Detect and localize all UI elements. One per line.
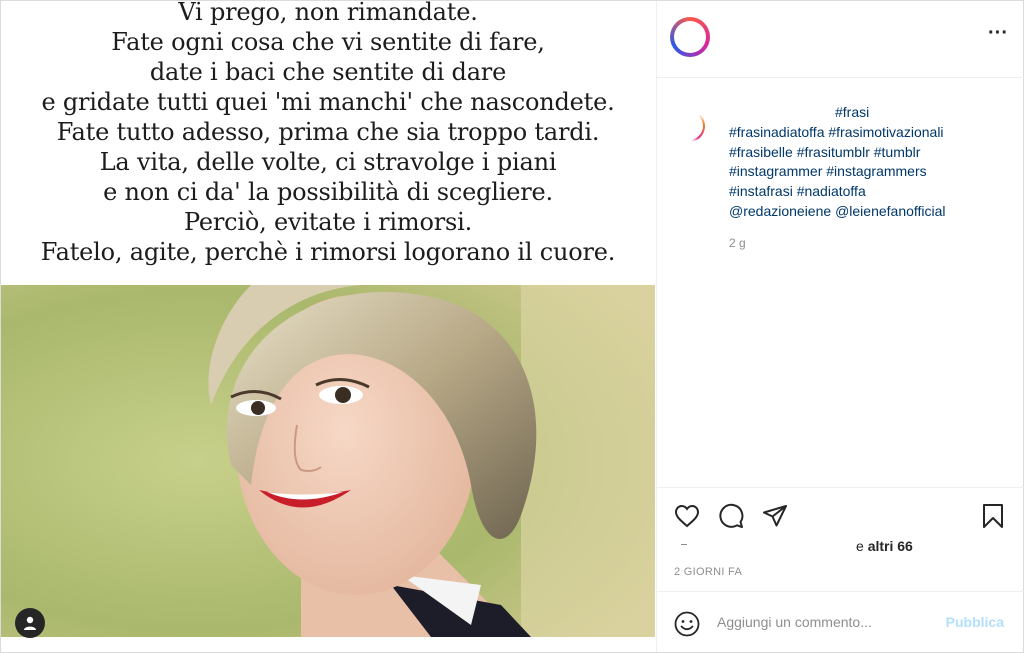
quote-text-block: Vi prego, non rimandate. Fate ogni cosa … xyxy=(1,1,655,285)
mention-link[interactable]: @redazioneiene xyxy=(729,203,831,219)
post-header: ··· xyxy=(657,1,1024,78)
media-bottom-strip xyxy=(1,637,655,652)
comment-icon[interactable] xyxy=(717,502,745,530)
quote-line: Fate tutto adesso, prima che sia troppo … xyxy=(56,118,600,146)
caption-text: #frasi #frasinadiatoffa #frasimotivazion… xyxy=(729,103,1009,222)
likes-prefix: e xyxy=(856,538,868,554)
hashtag-link[interactable]: #frasitumblr xyxy=(797,144,870,160)
more-options-button[interactable]: ··· xyxy=(986,23,1010,49)
comment-input[interactable] xyxy=(717,610,927,634)
person-icon xyxy=(24,616,36,630)
emoji-icon[interactable] xyxy=(673,610,701,638)
post-details-panel: ··· #frasi #frasinadiatoffa #frasimotiva… xyxy=(656,1,1024,652)
likes-summary[interactable]: e altri 66 xyxy=(856,538,913,554)
author-avatar[interactable] xyxy=(670,17,710,57)
liker-avatar-placeholder xyxy=(681,544,687,545)
hashtag-link[interactable]: #frasimotivazionali xyxy=(828,124,943,140)
hashtag-link[interactable]: #frasi xyxy=(835,104,869,120)
quote-line: Fate ogni cosa che vi sentite di fare, xyxy=(111,28,545,56)
quote-line: La vita, delle volte, ci stravolge i pia… xyxy=(99,148,557,176)
caption-avatar[interactable] xyxy=(673,110,705,142)
quote-line: Vi prego, non rimandate. xyxy=(178,1,478,26)
hashtag-link[interactable]: #instagrammers xyxy=(826,163,926,179)
bookmark-icon[interactable] xyxy=(979,502,1007,530)
action-bar xyxy=(657,487,1024,544)
portrait-illustration xyxy=(1,285,655,637)
quote-line: Perciò, evitate i rimorsi. xyxy=(184,208,472,236)
hashtag-link[interactable]: #instafrasi xyxy=(729,183,793,199)
hashtag-link[interactable]: #frasinadiatoffa xyxy=(729,124,824,140)
hashtag-link[interactable]: #instagrammer xyxy=(729,163,822,179)
user-tag-icon[interactable] xyxy=(15,608,45,638)
post-date[interactable]: 2 GIORNI FA xyxy=(674,566,742,578)
quote-line: e gridate tutti quei 'mi manchi' che nas… xyxy=(41,88,615,116)
instagram-post: Vi prego, non rimandate. Fate ogni cosa … xyxy=(0,0,1024,653)
hashtag-link[interactable]: #frasibelle xyxy=(729,144,793,160)
quote-line: e non ci da' la possibilità di scegliere… xyxy=(103,178,553,206)
heart-icon[interactable] xyxy=(673,502,701,530)
caption-section: #frasi #frasinadiatoffa #frasimotivazion… xyxy=(657,78,1024,486)
comment-form: Pubblica xyxy=(657,591,1024,653)
share-icon[interactable] xyxy=(761,502,789,530)
hashtag-link[interactable]: #tumblr xyxy=(874,144,921,160)
caption-timestamp[interactable]: 2 g xyxy=(729,236,746,250)
portrait-photo xyxy=(1,285,655,637)
avatar-image xyxy=(674,21,706,53)
quote-line: date i baci che sentite di dare xyxy=(149,58,507,86)
hashtag-link[interactable]: #nadiatoffa xyxy=(797,183,866,199)
post-media[interactable]: Vi prego, non rimandate. Fate ogni cosa … xyxy=(1,1,655,652)
likes-count[interactable]: altri 66 xyxy=(868,538,913,554)
publish-button[interactable]: Pubblica xyxy=(946,614,1004,630)
quote-line: Fatelo, agite, perchè i rimorsi logorano… xyxy=(40,238,616,266)
mention-link[interactable]: @leienefanofficial xyxy=(835,203,945,219)
